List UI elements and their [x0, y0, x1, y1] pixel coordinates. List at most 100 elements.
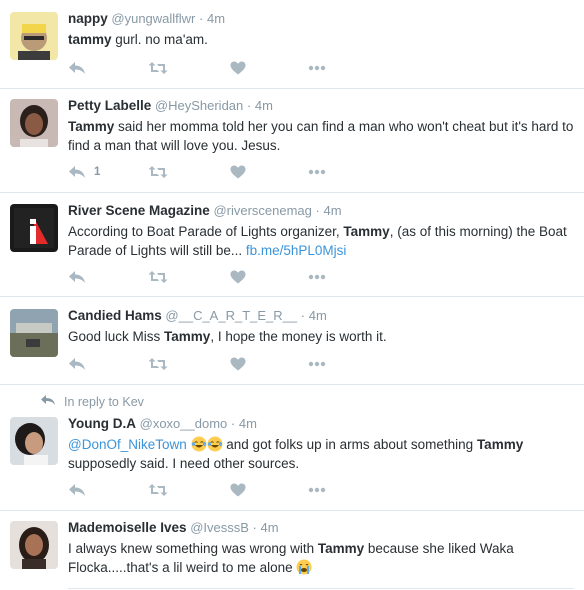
like-button[interactable] [230, 162, 246, 182]
reply-icon [68, 483, 86, 497]
separator: · [230, 416, 236, 431]
highlighted-term: Tammy [476, 437, 524, 452]
more-icon [308, 65, 326, 71]
retweet-icon [148, 61, 168, 75]
retweet-button[interactable] [148, 162, 168, 182]
like-button[interactable] [230, 58, 246, 78]
separator: · [199, 11, 204, 26]
like-button[interactable] [230, 267, 246, 287]
separator: · [252, 520, 257, 535]
more-button[interactable] [308, 480, 326, 500]
separator: · [246, 98, 252, 113]
highlighted-term: Tammy [317, 541, 365, 556]
like-button[interactable] [230, 480, 246, 500]
display-name[interactable]: River Scene Magazine [68, 203, 210, 218]
retweet-button[interactable] [148, 354, 168, 374]
retweet-button[interactable] [148, 480, 168, 500]
more-button[interactable] [308, 267, 326, 287]
timestamp[interactable]: 4m [309, 308, 327, 323]
more-button[interactable] [308, 58, 326, 78]
heart-icon [230, 61, 246, 75]
reply-button[interactable] [68, 480, 94, 500]
handle[interactable]: @HeySheridan [155, 98, 243, 113]
handle[interactable]: @riverscenemag [213, 203, 311, 218]
reply-button[interactable]: 1 [68, 162, 100, 182]
display-name[interactable]: Young D.A [68, 416, 136, 431]
retweet-icon [148, 483, 168, 497]
more-button[interactable] [308, 354, 326, 374]
timestamp[interactable]: 4m [261, 520, 279, 535]
timestamp[interactable]: 4m [207, 11, 225, 26]
handle[interactable]: @IvesssB [190, 520, 249, 535]
tears-of-joy-emoji-icon [191, 436, 207, 452]
tweet-link[interactable]: @DonOf_NikeTown [68, 437, 187, 452]
tweet-text: I always knew something was wrong with T… [68, 539, 574, 577]
tweet[interactable]: Candied Hams @__C_A_R_T_E_R__ · 4m Good … [0, 297, 584, 385]
text-segment: I always knew something was wrong with [68, 541, 318, 556]
reply-arrow-icon [40, 394, 64, 409]
divider [68, 588, 574, 589]
highlighted-term: Tammy [164, 329, 211, 344]
text-segment: and got folks up in arms about something [222, 437, 477, 452]
reply-icon [68, 357, 86, 371]
text-segment: Good luck Miss [68, 329, 165, 344]
tweet-text: Good luck Miss Tammy, I hope the money i… [68, 327, 574, 346]
display-name[interactable]: Mademoiselle Ives [68, 520, 187, 535]
tweet[interactable]: River Scene Magazine @riverscenemag · 4m… [0, 193, 584, 297]
timestamp[interactable]: 4m [239, 416, 257, 431]
reply-context-label: In reply to Kev [64, 394, 144, 409]
more-icon [308, 274, 326, 280]
more-icon [308, 169, 326, 175]
handle[interactable]: @__C_A_R_T_E_R__ [165, 308, 297, 323]
tweet-text: tammy gurl. no ma'am. [68, 30, 574, 49]
tweet[interactable]: Mademoiselle Ives @IvesssB · 4m I always… [0, 511, 584, 590]
timestamp[interactable]: 4m [255, 98, 273, 113]
heart-icon [230, 357, 246, 371]
tweet[interactable]: nappy @yungwallflwr · 4m tammy gurl. no … [0, 0, 584, 89]
tweet[interactable]: In reply to Kev Young D.A @xoxo__domo · … [0, 385, 584, 511]
retweet-icon [148, 165, 168, 179]
like-button[interactable] [230, 354, 246, 374]
reply-context[interactable]: In reply to Kev [40, 394, 144, 409]
text-segment: According to Boat Parade of Lights organ… [68, 224, 344, 239]
avatar[interactable] [10, 521, 58, 569]
avatar[interactable] [10, 99, 58, 147]
handle[interactable]: @xoxo__domo [140, 416, 228, 431]
retweet-icon [148, 270, 168, 284]
heart-icon [230, 270, 246, 284]
highlighted-term: Tammy [343, 224, 390, 239]
tweet-link[interactable]: fb.me/5hPL0Mjsi [246, 243, 347, 258]
reply-button[interactable] [68, 267, 94, 287]
highlighted-term: tammy [68, 32, 112, 47]
tweet-text: Tammy said her momma told her you can fi… [68, 117, 574, 155]
reply-button[interactable] [68, 354, 94, 374]
retweet-icon [148, 357, 168, 371]
reply-button[interactable] [68, 58, 94, 78]
display-name[interactable]: Candied Hams [68, 308, 162, 323]
reply-count: 1 [94, 166, 101, 178]
reply-icon [68, 270, 86, 284]
tweet[interactable]: Petty Labelle @HeySheridan · 4m Tammy sa… [0, 89, 584, 193]
more-button[interactable] [308, 162, 326, 182]
reply-icon [68, 165, 86, 179]
retweet-button[interactable] [148, 267, 168, 287]
display-name[interactable]: nappy [68, 11, 108, 26]
text-segment: said her momma told her you can find a m… [68, 119, 574, 153]
handle[interactable]: @yungwallflwr [111, 11, 195, 26]
text-segment: , I hope the money is worth it. [210, 329, 387, 344]
highlighted-term: Tammy [68, 119, 115, 134]
separator: · [315, 203, 320, 218]
display-name[interactable]: Petty Labelle [68, 98, 151, 113]
avatar[interactable] [10, 417, 58, 465]
avatar[interactable] [10, 309, 58, 357]
avatar[interactable] [10, 12, 58, 60]
text-segment: gurl. no ma'am. [111, 32, 208, 47]
avatar[interactable] [10, 204, 58, 252]
text-segment: supposedly said. I need other sources. [68, 456, 300, 471]
reply-icon [68, 61, 86, 75]
timestamp[interactable]: 4m [323, 203, 341, 218]
tweet-text: According to Boat Parade of Lights organ… [68, 222, 574, 260]
tweet-text: @DonOf_NikeTown and got folks up in arms… [68, 435, 574, 473]
tweet-feed: nappy @yungwallflwr · 4m tammy gurl. no … [0, 0, 584, 590]
retweet-button[interactable] [148, 58, 168, 78]
